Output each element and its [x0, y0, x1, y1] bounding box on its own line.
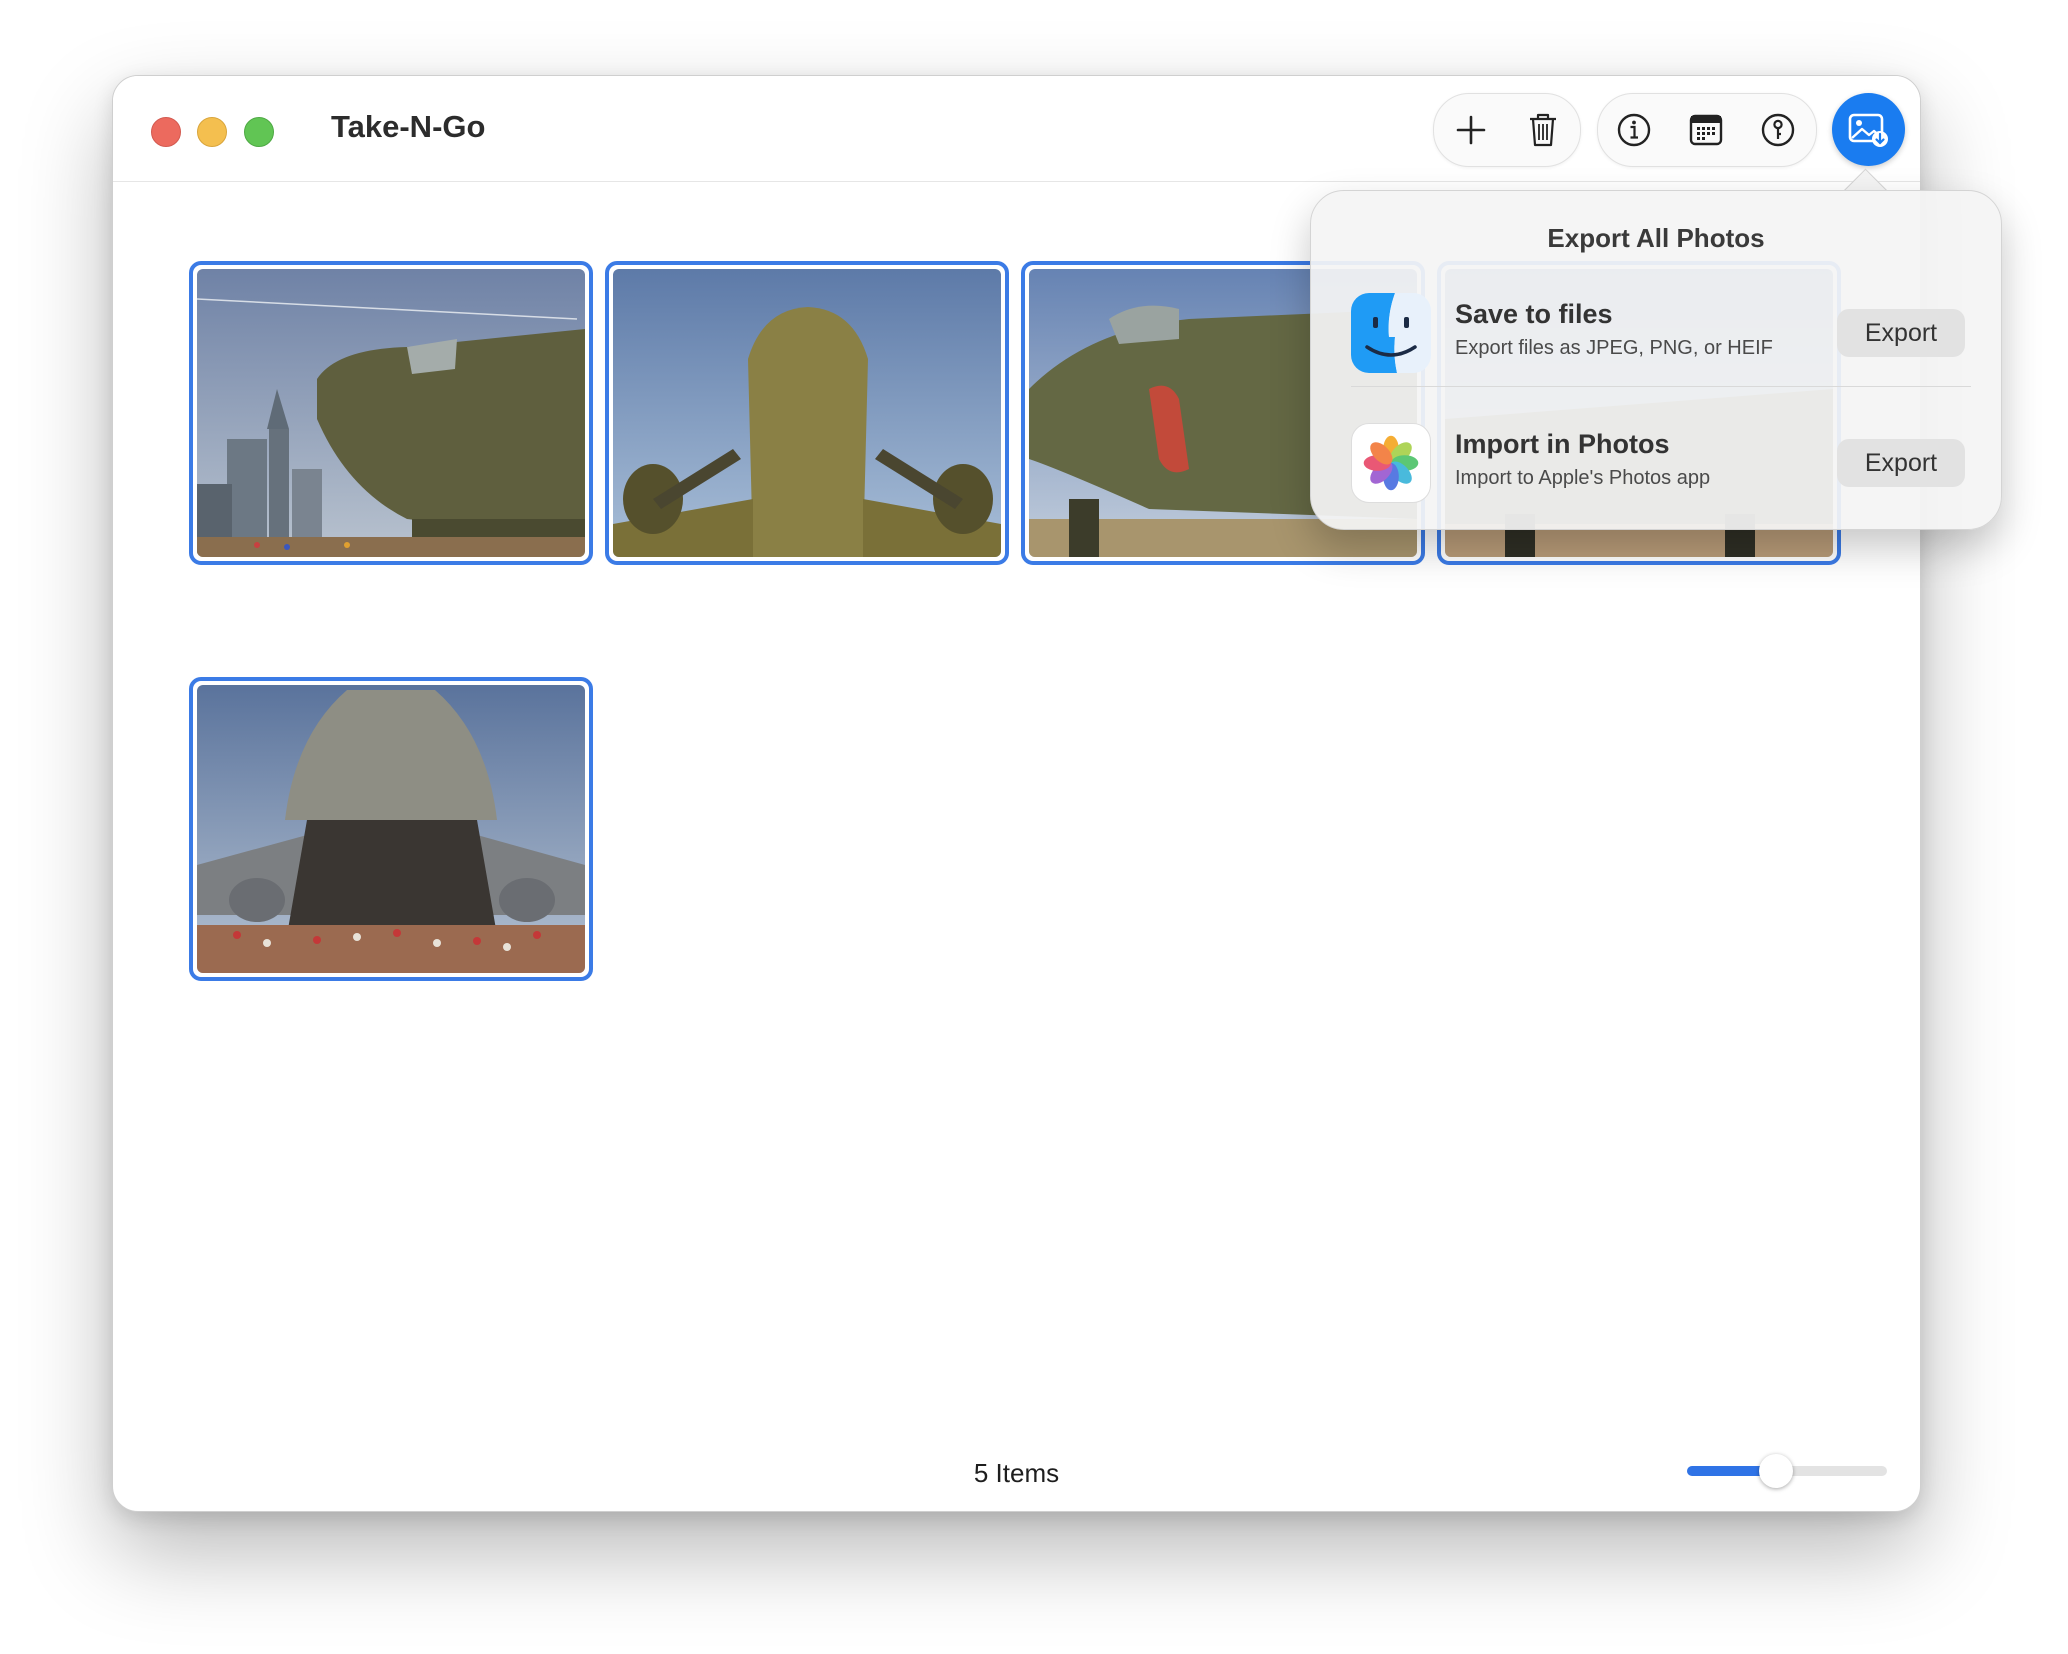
finder-icon	[1351, 293, 1431, 373]
plus-icon	[1456, 115, 1486, 145]
edit-toolbar-group	[1433, 93, 1581, 167]
import-photos-button[interactable]: Export	[1837, 439, 1965, 487]
calendar-button[interactable]	[1670, 94, 1742, 166]
photo-thumbnail	[197, 685, 585, 973]
export-files-button[interactable]: Export	[1837, 309, 1965, 357]
delete-button[interactable]	[1507, 94, 1579, 166]
zoom-slider[interactable]	[1687, 1454, 1887, 1488]
zoom-window-button[interactable]	[244, 117, 274, 147]
photo-thumbnail	[613, 269, 1001, 557]
photo-tile[interactable]	[189, 261, 593, 565]
export-option-files: Save to files Export files as JPEG, PNG,…	[1351, 281, 1971, 381]
info-toolbar-group	[1597, 93, 1817, 167]
popover-divider	[1351, 386, 1971, 387]
export-option-description: Export files as JPEG, PNG, or HEIF	[1455, 337, 1773, 359]
title-bar: Take-N-Go	[113, 76, 1920, 182]
photos-app-icon	[1351, 423, 1431, 503]
minimize-window-button[interactable]	[197, 117, 227, 147]
close-window-button[interactable]	[151, 117, 181, 147]
zoom-slider-fill	[1687, 1466, 1769, 1476]
popover-title: Export All Photos	[1547, 223, 1765, 253]
calendar-icon	[1689, 114, 1723, 146]
key-icon	[1761, 113, 1795, 147]
item-count: 5 Items	[973, 1458, 1060, 1488]
export-option-photos: Import in Photos Import to Apple's Photo…	[1351, 411, 1971, 511]
info-icon	[1617, 113, 1651, 147]
photo-tile[interactable]	[605, 261, 1009, 565]
zoom-slider-knob[interactable]	[1759, 1454, 1793, 1488]
photo-tile[interactable]	[189, 677, 593, 981]
export-popover: Export All Photos Save to files Export f…	[1310, 190, 2002, 530]
export-option-name: Import in Photos	[1455, 429, 1670, 459]
trash-icon	[1530, 113, 1556, 147]
export-all-button[interactable]	[1832, 93, 1905, 166]
info-button[interactable]	[1598, 94, 1670, 166]
export-option-name: Save to files	[1455, 299, 1613, 329]
key-button[interactable]	[1742, 94, 1814, 166]
export-option-description: Import to Apple's Photos app	[1455, 467, 1711, 489]
add-button[interactable]	[1435, 94, 1507, 166]
photo-export-icon	[1848, 113, 1888, 147]
window-title: Take-N-Go	[331, 109, 486, 144]
photo-thumbnail	[197, 269, 585, 557]
